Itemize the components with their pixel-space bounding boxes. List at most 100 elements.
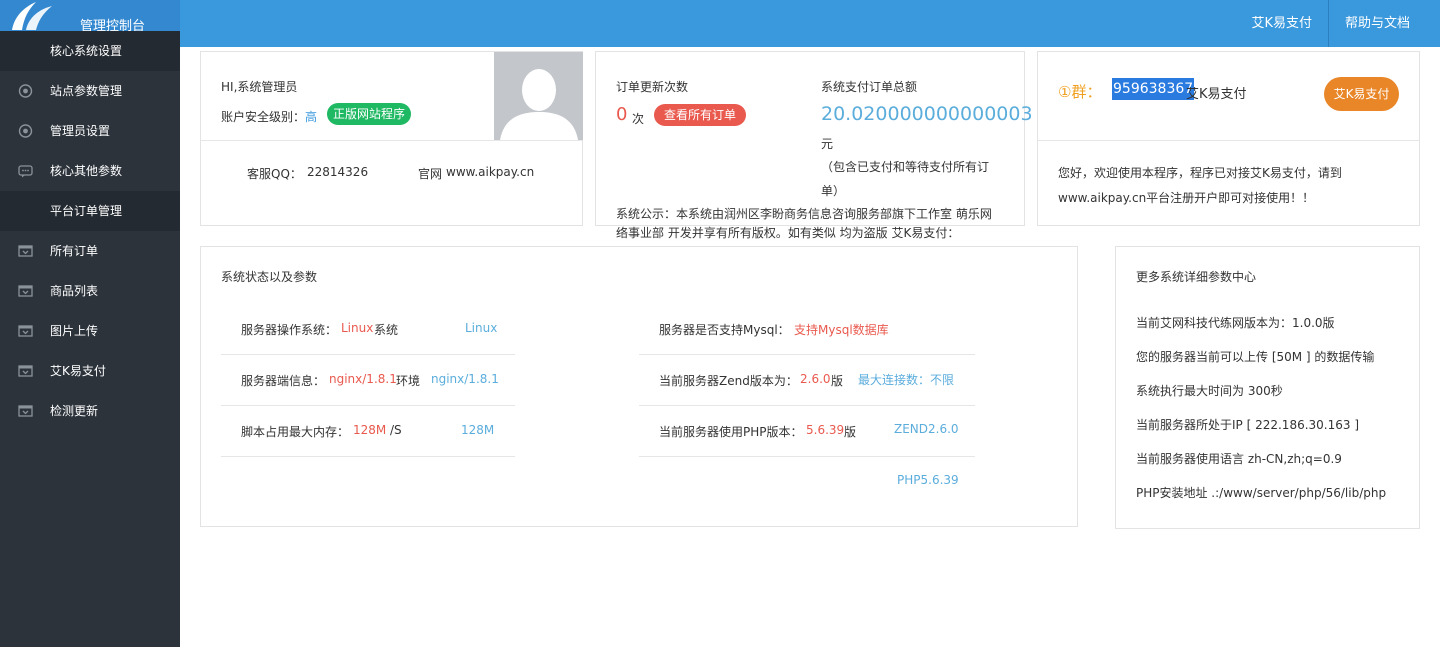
row-divider (639, 354, 975, 355)
sidebar-item-all-orders[interactable]: 所有订单 (0, 231, 180, 271)
update-count-label: 订单更新次数 (616, 80, 689, 94)
aikpay-button[interactable]: 艾K易支付 (1324, 77, 1399, 111)
update-count-unit: 次 (632, 112, 645, 126)
admin-greeting: HI,系统管理员 (221, 80, 298, 94)
sidebar-item-product-list[interactable]: 商品列表 (0, 271, 180, 311)
status-suffix: 系统 (374, 323, 399, 337)
nav-aikpay[interactable]: 艾K易支付 (1235, 0, 1328, 47)
sidebar-item-core-settings[interactable]: 核心系统设置 (0, 31, 180, 71)
box-icon (18, 405, 33, 417)
php-version-footer: PHP5.6.39 (897, 473, 959, 487)
status-label: 当前服务器使用PHP版本： (659, 425, 803, 439)
top-nav: 艾K易支付 帮助与文档 (1235, 0, 1440, 47)
qq-label: 客服QQ： (247, 167, 302, 181)
box-icon (18, 285, 33, 297)
sidebar-item-label: 核心其他参数 (50, 164, 123, 178)
logo-icon (12, 2, 52, 30)
param-line: 系统执行最大时间为 300秒 (1136, 384, 1283, 398)
row-divider (639, 405, 975, 406)
sidebar-item-order-management[interactable]: 平台订单管理 (0, 191, 180, 231)
sidebar-item-label: 艾K易支付 (50, 364, 106, 378)
sidebar-item-label: 检测更新 (50, 404, 99, 418)
order-card: 订单更新次数 0 次 查看所有订单 系统支付订单总额 20.0200000000… (595, 51, 1033, 240)
total-amount: 20.020000000000003 (821, 103, 1033, 125)
sidebar-item-admin-settings[interactable]: 管理员设置 (0, 111, 180, 151)
circle-icon (18, 124, 33, 138)
status-right-value: 128M (461, 423, 495, 437)
genuine-badge[interactable]: 正版网站程序 (327, 103, 411, 125)
sidebar-item-label: 核心系统设置 (50, 44, 123, 58)
sidebar-item-label: 管理员设置 (50, 124, 111, 138)
view-all-orders-button[interactable]: 查看所有订单 (654, 104, 746, 126)
total-amount-note: （包含已支付和等待支付所有订单） (821, 160, 990, 198)
row-divider (221, 456, 515, 457)
circle-icon (18, 84, 33, 98)
box-icon (18, 365, 33, 377)
param-line: 当前艾网科技代练网版本为：1.0.0版 (1136, 316, 1335, 330)
sidebar-item-image-upload[interactable]: 图片上传 (0, 311, 180, 351)
security-level-value: 高 (305, 110, 318, 124)
status-value: 2.6.0 (800, 372, 831, 386)
status-suffix: 版 (831, 374, 844, 388)
sidebar-item-site-params[interactable]: 站点参数管理 (0, 71, 180, 111)
row-divider (221, 405, 515, 406)
status-value: Linux (341, 321, 374, 335)
sidebar-item-label: 平台订单管理 (50, 204, 123, 218)
qq-value: 22814326 (307, 165, 369, 179)
params-card-title: 更多系统详细参数中心 (1136, 270, 1257, 284)
row-divider (221, 354, 515, 355)
status-suffix: /S (390, 423, 402, 437)
params-card: 更多系统详细参数中心 当前艾网科技代练网版本为：1.0.0版 您的服务器当前可以… (1115, 246, 1420, 529)
status-label: 服务器端信息： (241, 374, 326, 388)
system-notice: 系统公示：本系统由润州区李盼商务信息咨询服务部旗下工作室 萌乐网络事业部 开发并… (616, 207, 992, 240)
status-value: 128M (353, 423, 387, 437)
status-suffix: 版 (844, 425, 857, 439)
param-line: PHP安装地址 .:/www/server/php/56/lib/php (1136, 486, 1387, 500)
status-label: 服务器是否支持Mysql： (659, 323, 790, 337)
status-right-value: 最大连接数：不限 (858, 373, 955, 387)
nav-help-docs[interactable]: 帮助与文档 (1329, 0, 1440, 47)
status-value: 支持Mysql数据库 (794, 323, 889, 337)
total-amount-label: 系统支付订单总额 (821, 80, 918, 94)
status-right-value: ZEND2.6.0 (894, 422, 959, 436)
divider (1038, 140, 1419, 141)
site-label: 官网 (418, 167, 443, 181)
sidebar-item-label: 图片上传 (50, 324, 99, 338)
site-url[interactable]: www.aikpay.cn (446, 165, 534, 179)
group-suffix: 艾K易支付 (1186, 87, 1247, 102)
sidebar-item-aikpay[interactable]: 艾K易支付 (0, 351, 180, 391)
param-line: 当前服务器使用语言 zh-CN,zh;q=0.9 (1136, 452, 1342, 466)
group-number[interactable]: 959638367 (1112, 78, 1195, 100)
status-label: 脚本占用最大内存： (241, 425, 350, 439)
param-line: 当前服务器所处于IP [ 222.186.30.163 ] (1136, 418, 1360, 432)
update-count: 0 (616, 104, 628, 125)
sidebar-item-check-update[interactable]: 检测更新 (0, 391, 180, 431)
user-silhouette-icon (500, 69, 578, 140)
total-amount-unit: 元 (821, 137, 834, 151)
status-right-value: Linux (465, 321, 498, 335)
group-card: ①群： 959638367 艾K易支付 艾K易支付 您好，欢迎使用本程序，程序已… (1037, 51, 1420, 226)
sidebar-item-label: 商品列表 (50, 284, 99, 298)
status-right-value: nginx/1.8.1 (431, 372, 499, 386)
divider (201, 140, 582, 141)
status-suffix: 环境 (396, 374, 421, 388)
sidebar-item-label: 站点参数管理 (50, 84, 123, 98)
status-label: 当前服务器Zend版本为： (659, 374, 798, 388)
welcome-text: 您好，欢迎使用本程序，程序已对接艾K易支付，请到www.aikpay.cn平台注… (1058, 166, 1342, 205)
security-level-label: 账户安全级别： (221, 110, 306, 124)
avatar (494, 52, 583, 140)
param-line: 您的服务器当前可以上传 [50M ] 的数据传输 (1136, 350, 1375, 364)
group-prefix: ①群： (1058, 83, 1102, 101)
system-status-card: 系统状态以及参数 服务器操作系统： Linux 系统 Linux 服务器端信息：… (200, 246, 1078, 527)
message-icon (18, 165, 33, 178)
sidebar: 核心系统设置 站点参数管理 管理员设置 核心其他参数 平台订单管理 所有订单 商… (0, 31, 180, 647)
status-value: nginx/1.8.1 (329, 372, 397, 386)
box-icon (18, 325, 33, 337)
box-icon (18, 245, 33, 257)
sidebar-item-label: 所有订单 (50, 244, 99, 258)
top-header: 管理控制台 艾K易支付 帮助与文档 (0, 0, 1440, 47)
status-card-title: 系统状态以及参数 (221, 270, 318, 284)
status-label: 服务器操作系统： (241, 323, 338, 337)
row-divider (639, 456, 975, 457)
sidebar-item-other-params[interactable]: 核心其他参数 (0, 151, 180, 191)
